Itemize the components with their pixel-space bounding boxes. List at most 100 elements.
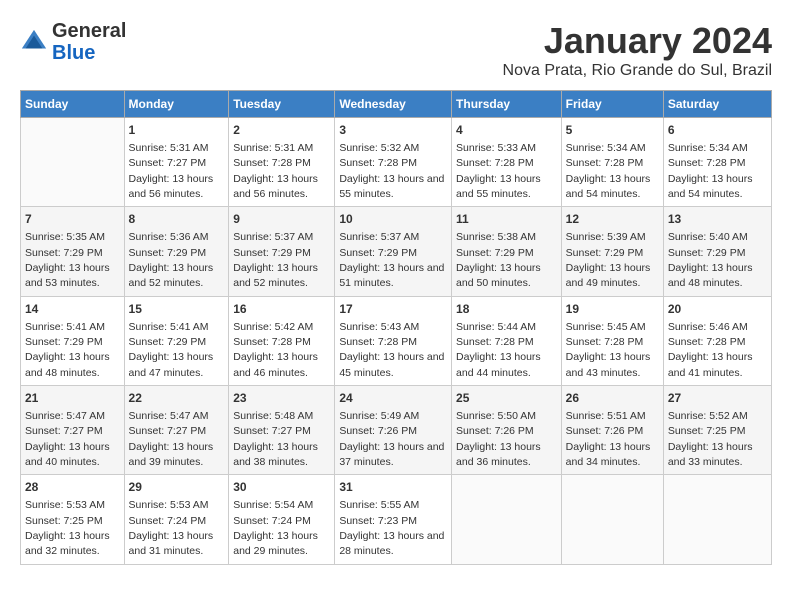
day-cell: 5 Sunrise: 5:34 AMSunset: 7:28 PMDayligh… <box>561 118 663 207</box>
day-cell <box>452 475 562 564</box>
day-number: 14 <box>25 301 120 318</box>
title-block: January 2024 Nova Prata, Rio Grande do S… <box>503 20 772 80</box>
day-cell: 1 Sunrise: 5:31 AMSunset: 7:27 PMDayligh… <box>124 118 229 207</box>
page-header: General Blue January 2024 Nova Prata, Ri… <box>20 20 772 80</box>
day-number: 15 <box>129 301 225 318</box>
day-number: 6 <box>668 122 767 139</box>
day-cell: 12 Sunrise: 5:39 AMSunset: 7:29 PMDaylig… <box>561 207 663 296</box>
day-info: Sunrise: 5:36 AMSunset: 7:29 PMDaylight:… <box>129 231 214 289</box>
calendar-header: SundayMondayTuesdayWednesdayThursdayFrid… <box>21 91 772 118</box>
day-cell: 10 Sunrise: 5:37 AMSunset: 7:29 PMDaylig… <box>335 207 452 296</box>
day-cell: 30 Sunrise: 5:54 AMSunset: 7:24 PMDaylig… <box>229 475 335 564</box>
day-cell: 17 Sunrise: 5:43 AMSunset: 7:28 PMDaylig… <box>335 296 452 385</box>
day-cell: 31 Sunrise: 5:55 AMSunset: 7:23 PMDaylig… <box>335 475 452 564</box>
day-number: 30 <box>233 479 330 496</box>
day-info: Sunrise: 5:51 AMSunset: 7:26 PMDaylight:… <box>566 410 651 468</box>
day-number: 22 <box>129 390 225 407</box>
subtitle: Nova Prata, Rio Grande do Sul, Brazil <box>503 62 772 80</box>
day-info: Sunrise: 5:32 AMSunset: 7:28 PMDaylight:… <box>339 142 444 200</box>
header-day-thursday: Thursday <box>452 91 562 118</box>
day-info: Sunrise: 5:53 AMSunset: 7:25 PMDaylight:… <box>25 499 110 557</box>
day-info: Sunrise: 5:41 AMSunset: 7:29 PMDaylight:… <box>25 321 110 379</box>
day-info: Sunrise: 5:39 AMSunset: 7:29 PMDaylight:… <box>566 231 651 289</box>
day-cell: 23 Sunrise: 5:48 AMSunset: 7:27 PMDaylig… <box>229 386 335 475</box>
week-row-3: 14 Sunrise: 5:41 AMSunset: 7:29 PMDaylig… <box>21 296 772 385</box>
logo-general: General <box>52 20 126 42</box>
day-number: 5 <box>566 122 659 139</box>
header-row: SundayMondayTuesdayWednesdayThursdayFrid… <box>21 91 772 118</box>
day-number: 12 <box>566 211 659 228</box>
day-cell <box>561 475 663 564</box>
calendar-table: SundayMondayTuesdayWednesdayThursdayFrid… <box>20 90 772 565</box>
day-cell: 8 Sunrise: 5:36 AMSunset: 7:29 PMDayligh… <box>124 207 229 296</box>
main-title: January 2024 <box>503 20 772 62</box>
logo: General Blue <box>20 20 126 64</box>
day-number: 27 <box>668 390 767 407</box>
day-info: Sunrise: 5:55 AMSunset: 7:23 PMDaylight:… <box>339 499 444 557</box>
calendar-body: 1 Sunrise: 5:31 AMSunset: 7:27 PMDayligh… <box>21 118 772 565</box>
day-info: Sunrise: 5:47 AMSunset: 7:27 PMDaylight:… <box>129 410 214 468</box>
day-cell: 29 Sunrise: 5:53 AMSunset: 7:24 PMDaylig… <box>124 475 229 564</box>
day-number: 29 <box>129 479 225 496</box>
day-number: 26 <box>566 390 659 407</box>
day-info: Sunrise: 5:40 AMSunset: 7:29 PMDaylight:… <box>668 231 753 289</box>
day-info: Sunrise: 5:46 AMSunset: 7:28 PMDaylight:… <box>668 321 753 379</box>
day-cell: 4 Sunrise: 5:33 AMSunset: 7:28 PMDayligh… <box>452 118 562 207</box>
day-number: 31 <box>339 479 447 496</box>
logo-text: General Blue <box>52 20 126 64</box>
day-number: 20 <box>668 301 767 318</box>
day-info: Sunrise: 5:34 AMSunset: 7:28 PMDaylight:… <box>566 142 651 200</box>
day-number: 21 <box>25 390 120 407</box>
header-day-tuesday: Tuesday <box>229 91 335 118</box>
day-cell: 28 Sunrise: 5:53 AMSunset: 7:25 PMDaylig… <box>21 475 125 564</box>
day-cell: 21 Sunrise: 5:47 AMSunset: 7:27 PMDaylig… <box>21 386 125 475</box>
day-info: Sunrise: 5:43 AMSunset: 7:28 PMDaylight:… <box>339 321 444 379</box>
header-day-friday: Friday <box>561 91 663 118</box>
day-number: 7 <box>25 211 120 228</box>
day-cell: 15 Sunrise: 5:41 AMSunset: 7:29 PMDaylig… <box>124 296 229 385</box>
day-info: Sunrise: 5:33 AMSunset: 7:28 PMDaylight:… <box>456 142 541 200</box>
day-cell: 9 Sunrise: 5:37 AMSunset: 7:29 PMDayligh… <box>229 207 335 296</box>
day-info: Sunrise: 5:41 AMSunset: 7:29 PMDaylight:… <box>129 321 214 379</box>
day-cell: 19 Sunrise: 5:45 AMSunset: 7:28 PMDaylig… <box>561 296 663 385</box>
day-info: Sunrise: 5:53 AMSunset: 7:24 PMDaylight:… <box>129 499 214 557</box>
day-cell <box>21 118 125 207</box>
day-number: 17 <box>339 301 447 318</box>
day-cell: 26 Sunrise: 5:51 AMSunset: 7:26 PMDaylig… <box>561 386 663 475</box>
day-number: 11 <box>456 211 557 228</box>
day-number: 24 <box>339 390 447 407</box>
day-info: Sunrise: 5:35 AMSunset: 7:29 PMDaylight:… <box>25 231 110 289</box>
week-row-2: 7 Sunrise: 5:35 AMSunset: 7:29 PMDayligh… <box>21 207 772 296</box>
header-day-sunday: Sunday <box>21 91 125 118</box>
week-row-1: 1 Sunrise: 5:31 AMSunset: 7:27 PMDayligh… <box>21 118 772 207</box>
day-info: Sunrise: 5:49 AMSunset: 7:26 PMDaylight:… <box>339 410 444 468</box>
day-info: Sunrise: 5:50 AMSunset: 7:26 PMDaylight:… <box>456 410 541 468</box>
week-row-4: 21 Sunrise: 5:47 AMSunset: 7:27 PMDaylig… <box>21 386 772 475</box>
day-number: 4 <box>456 122 557 139</box>
day-info: Sunrise: 5:37 AMSunset: 7:29 PMDaylight:… <box>233 231 318 289</box>
day-info: Sunrise: 5:52 AMSunset: 7:25 PMDaylight:… <box>668 410 753 468</box>
header-day-wednesday: Wednesday <box>335 91 452 118</box>
day-number: 10 <box>339 211 447 228</box>
day-cell: 24 Sunrise: 5:49 AMSunset: 7:26 PMDaylig… <box>335 386 452 475</box>
day-info: Sunrise: 5:37 AMSunset: 7:29 PMDaylight:… <box>339 231 444 289</box>
day-cell: 16 Sunrise: 5:42 AMSunset: 7:28 PMDaylig… <box>229 296 335 385</box>
day-info: Sunrise: 5:45 AMSunset: 7:28 PMDaylight:… <box>566 321 651 379</box>
day-info: Sunrise: 5:31 AMSunset: 7:27 PMDaylight:… <box>129 142 214 200</box>
day-info: Sunrise: 5:47 AMSunset: 7:27 PMDaylight:… <box>25 410 110 468</box>
day-number: 8 <box>129 211 225 228</box>
day-cell: 3 Sunrise: 5:32 AMSunset: 7:28 PMDayligh… <box>335 118 452 207</box>
day-cell: 20 Sunrise: 5:46 AMSunset: 7:28 PMDaylig… <box>663 296 771 385</box>
logo-blue: Blue <box>52 42 95 64</box>
day-cell: 6 Sunrise: 5:34 AMSunset: 7:28 PMDayligh… <box>663 118 771 207</box>
day-number: 13 <box>668 211 767 228</box>
day-number: 3 <box>339 122 447 139</box>
day-cell: 13 Sunrise: 5:40 AMSunset: 7:29 PMDaylig… <box>663 207 771 296</box>
day-number: 28 <box>25 479 120 496</box>
day-cell: 27 Sunrise: 5:52 AMSunset: 7:25 PMDaylig… <box>663 386 771 475</box>
day-info: Sunrise: 5:54 AMSunset: 7:24 PMDaylight:… <box>233 499 318 557</box>
day-number: 9 <box>233 211 330 228</box>
day-info: Sunrise: 5:31 AMSunset: 7:28 PMDaylight:… <box>233 142 318 200</box>
header-day-monday: Monday <box>124 91 229 118</box>
logo-icon <box>20 28 48 56</box>
